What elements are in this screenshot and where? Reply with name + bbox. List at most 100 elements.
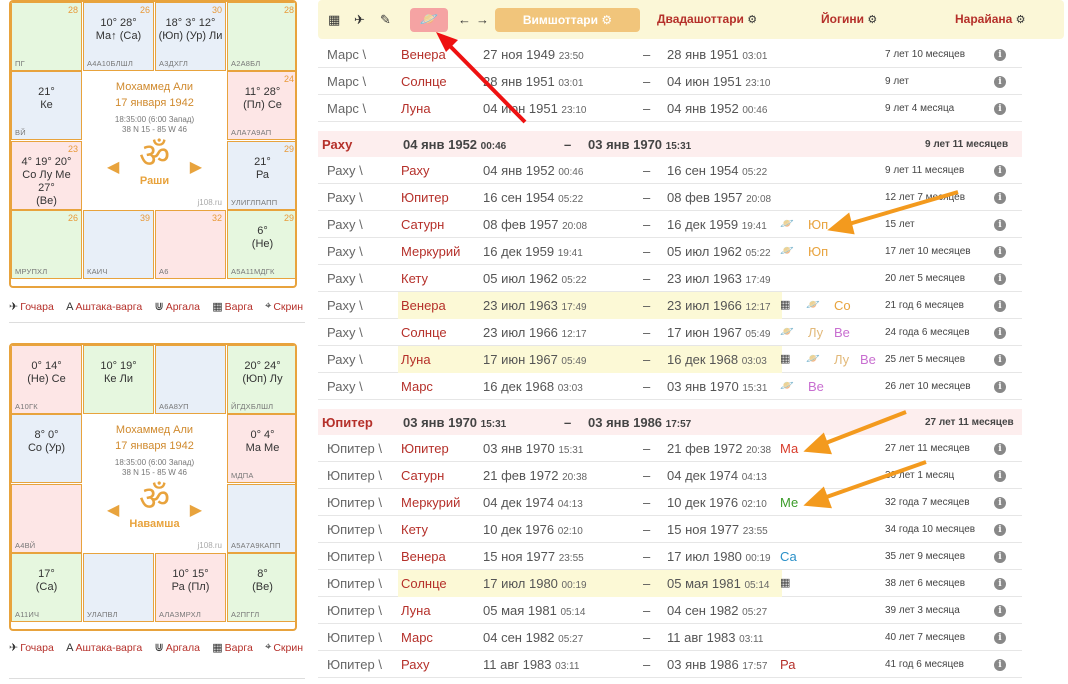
chart-house-2[interactable]: 26 10° 28° Ма↑ (Са) А4А10БЛШЛ [83,2,154,71]
info-icon[interactable]: i [994,219,1006,231]
dasha-row[interactable]: Юпитер \ Меркурий 04 дек 1974 04:13–10 дек… [318,489,1022,516]
chart-house-1[interactable]: 28 ПГ [11,2,82,71]
info-icon[interactable]: i [994,273,1006,285]
arrow-left-icon[interactable]: ← [458,12,471,27]
chart-house-6[interactable]: 29 21° Ра УЛИГЛПАПП [227,141,295,210]
chart-house-7[interactable]: 29 6° (Не) А5А11МДГК [227,210,295,279]
dasha-row[interactable]: Раху \ Солнце 23 июл 1966 12:17–17 июн 196… [318,319,1022,346]
info-icon[interactable]: i [994,246,1006,258]
chart-house-12[interactable]: 8° 0° Со (Ур) [11,414,82,483]
planet-tag: Ве [834,325,850,340]
chart-link-argala[interactable]: ⋓ Аргала [154,300,199,314]
info-icon[interactable]: i [994,497,1006,509]
dasha-row[interactable]: Раху \ Марс 16 дек 1968 03:03–03 янв 1970 … [318,373,1022,400]
prev-chart-icon[interactable]: ◀ [107,157,119,177]
tab-dvadashottari[interactable]: Двадашоттари ⚙ [657,12,757,26]
calendar-icon[interactable]: ▦ [780,298,790,311]
chart-house-3[interactable]: А6А8УП [155,345,226,414]
dasha-row[interactable]: Юпитер \ Раху 11 авг 1983 03:11–03 янв 198… [318,651,1022,678]
info-icon[interactable]: i [994,443,1006,455]
rashi-chart[interactable]: 28 ПГ 26 10° 28° Ма↑ (Са) А4А10БЛШЛ 30 18° 3° … [9,0,297,288]
dasha-row[interactable]: Юпитер \ Солнце 17 июл 1980 00:19–05 мая 1… [318,570,1022,597]
tab-yogini[interactable]: Йогини ⚙ [821,12,877,26]
chart-link-ashtaka[interactable]: A Аштака-варга [66,641,142,654]
info-icon[interactable]: i [994,605,1006,617]
tab-narayana[interactable]: Нарайана ⚙ [955,12,1026,26]
info-icon[interactable]: i [994,49,1006,61]
info-icon[interactable]: i [994,327,1006,339]
dasha-row[interactable]: Юпитер \ Сатурн 21 фев 1972 20:38–04 дек 1… [318,462,1022,489]
calendar-icon[interactable]: ▦ [780,576,790,589]
edit-icon[interactable]: ✎ [380,12,391,28]
chart-house-12[interactable]: 21° Ке ВЙ [11,71,82,140]
prev-chart-icon[interactable]: ◀ [107,500,119,520]
chart-label[interactable]: Раши [83,175,226,187]
chart-house-3[interactable]: 30 18° 3° 12° (Юп) (Ур) Ли А3ДХГЛ [155,2,226,71]
chart-link-grid[interactable]: ▦ Варга [212,300,253,314]
dasha-row[interactable]: Раху \ Сатурн 08 фев 1957 20:08–16 дек 195… [318,211,1022,238]
dasha-period-header[interactable]: Юпитер 03 янв 1970 15:31–03 янв 1986 17:5… [318,409,1022,435]
chart-link-screen[interactable]: ⌖ Скрин [265,641,303,654]
next-chart-icon[interactable]: ▶ [190,157,202,177]
chart-house-6[interactable]: А5А7А9КАПП [227,484,295,553]
info-icon[interactable]: i [994,165,1006,177]
chart-house-1[interactable]: 0° 14° (Не) Се А10ГК [11,345,82,414]
dasha-row[interactable]: Раху \ Юпитер 16 сен 1954 05:22–08 фев 195… [318,184,1022,211]
info-icon[interactable]: i [994,381,1006,393]
info-icon[interactable]: i [994,192,1006,204]
chart-house-8[interactable]: 32 А6 [155,210,226,279]
dasha-row[interactable]: Юпитер \ Юпитер 03 янв 1970 15:31–21 фев 1… [318,435,1022,462]
info-icon[interactable]: i [994,659,1006,671]
dasha-row[interactable]: Раху \ Луна 17 июн 1967 05:49–16 дек 1968 … [318,346,1022,373]
calendar-icon[interactable]: ▦ [328,12,340,28]
info-icon[interactable]: i [994,76,1006,88]
chart-label[interactable]: Навамша [83,518,226,530]
dasha-row[interactable]: Марс \ Солнце 28 янв 1951 03:01–04 июн 195… [318,68,1022,95]
chart-house-5[interactable]: 24 11° 28° (Пл) Се АЛА7А9АП [227,71,295,140]
chart-house-7[interactable]: 8° (Ве) А2ПГГЛ [227,553,295,622]
dasha-row[interactable]: Марс \ Луна 04 июн 1951 23:10–04 янв 1952 … [318,95,1022,122]
chart-house-11[interactable]: А4ВЙ [11,484,82,553]
chart-house-2[interactable]: 10° 19° Ке Ли [83,345,154,414]
vimshottari-tab[interactable]: Вимшоттари ⚙ [495,8,640,32]
chart-house-4[interactable]: 28 А2А8БЛ [227,2,295,71]
info-icon[interactable]: i [994,551,1006,563]
dasha-row[interactable]: Юпитер \ Марс 04 сен 1982 05:27–11 авг 198… [318,624,1022,651]
chart-house-5[interactable]: 0° 4° Ма Ме МДПА [227,414,295,483]
info-icon[interactable]: i [994,578,1006,590]
dasha-period-header[interactable]: Раху 04 янв 1952 00:46–03 янв 1970 15:31 9… [318,131,1022,157]
chart-house-9[interactable]: 39 КАИЧ [83,210,154,279]
info-icon[interactable]: i [994,524,1006,536]
chart-link-grid[interactable]: ▦ Варга [212,641,253,655]
info-icon[interactable]: i [994,354,1006,366]
dasha-row[interactable]: Раху \ Кету 05 июл 1962 05:22–23 июл 1963 … [318,265,1022,292]
info-icon[interactable]: i [994,103,1006,115]
dasha-row[interactable]: Раху \ Венера 23 июл 1963 17:49–23 июл 196… [318,292,1022,319]
chart-link-argala[interactable]: ⋓ Аргала [154,641,199,655]
chart-link-screen[interactable]: ⌖ Скрин [265,300,303,313]
dasha-row[interactable]: Юпитер \ Венера 15 ноя 1977 23:55–17 июл 1… [318,543,1022,570]
navamsha-chart[interactable]: 0° 14° (Не) Се А10ГК 10° 19° Ке Ли А6А8УП 20… [9,343,297,631]
dasha-row[interactable]: Юпитер \ Кету 10 дек 1976 02:10–15 ноя 197… [318,516,1022,543]
calendar-icon[interactable]: ▦ [780,352,790,365]
info-icon[interactable]: i [994,470,1006,482]
dasha-row[interactable]: Марс \ Венера 27 ноя 1949 23:50–28 янв 195… [318,41,1022,68]
info-icon[interactable]: i [994,632,1006,644]
planet-toggle-button[interactable]: 🪐 [410,8,448,32]
chart-house-4[interactable]: 20° 24° (Юп) Лу ЙГДХБЛШЛ [227,345,295,414]
chart-house-10[interactable]: 26 МРУПХЛ [11,210,82,279]
chart-house-10[interactable]: 17° (Са) А11ИЧ [11,553,82,622]
chart-house-11[interactable]: 23 4° 19° 20° Со Лу Ме 27° (Ве) [11,141,82,210]
chart-house-8[interactable]: 10° 15° Ра (Пл) АЛАЗМРХЛ [155,553,226,622]
chart-link-transit[interactable]: ✈ Гочара [9,300,54,314]
chart-link-ashtaka[interactable]: A Аштака-варга [66,300,142,313]
chart-link-transit[interactable]: ✈ Гочара [9,641,54,655]
arrow-right-icon[interactable]: → [476,12,489,27]
dasha-row[interactable]: Раху \ Раху 04 янв 1952 00:46–16 сен 1954 … [318,157,1022,184]
transit-icon[interactable]: ✈ [354,12,365,28]
dasha-row[interactable]: Юпитер \ Луна 05 мая 1981 05:14–04 сен 198… [318,597,1022,624]
dasha-row[interactable]: Раху \ Меркурий 16 дек 1959 19:41–05 июл 1… [318,238,1022,265]
chart-house-9[interactable]: УЛАПВЛ [83,553,154,622]
next-chart-icon[interactable]: ▶ [190,500,202,520]
info-icon[interactable]: i [994,300,1006,312]
